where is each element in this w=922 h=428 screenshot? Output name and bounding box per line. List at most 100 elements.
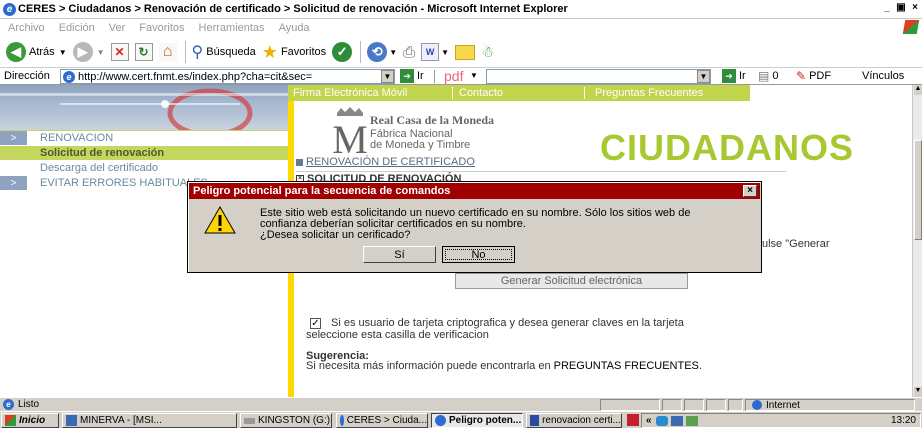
address-dropdown-icon[interactable]: ▼ (381, 70, 394, 83)
pdf-dropdown-icon[interactable]: ▼ (470, 71, 478, 80)
sidebar-item-label: Solicitud de renovación (40, 147, 165, 159)
favorites-button[interactable]: ★ Favoritos (262, 40, 326, 64)
go-button[interactable]: ➔ Ir (400, 69, 424, 83)
stop-button[interactable]: ✕ (110, 40, 129, 64)
logo-line1: Real Casa de la Moneda (370, 113, 494, 127)
task-peligro[interactable]: Peligro poten... (431, 413, 523, 428)
menu-herramientas[interactable]: Herramientas (199, 22, 265, 34)
folder-button[interactable] (455, 40, 476, 64)
pdf-button[interactable]: ✎ PDF (796, 69, 831, 83)
address-label: Dirección (4, 70, 50, 82)
menu-ayuda[interactable]: Ayuda (279, 22, 310, 34)
task-minerva[interactable]: MINERVA - [MSI... (62, 413, 237, 428)
pdf-search-dropdown-icon[interactable]: ▼ (697, 70, 710, 83)
menu-ver[interactable]: Ver (109, 22, 126, 34)
scroll-down-icon[interactable]: ▼ (914, 387, 922, 397)
nav-preguntas[interactable]: Preguntas Frecuentes (584, 87, 703, 99)
tray-app-icon[interactable] (627, 414, 639, 426)
toolbar-separator (360, 41, 362, 63)
task-label: CERES > Ciuda... (346, 415, 427, 426)
task-ceres[interactable]: CERES > Ciuda... (336, 413, 428, 428)
counter-button[interactable]: ▤ 0 (758, 69, 778, 83)
banner-graphic (0, 88, 288, 130)
word-dropdown-icon[interactable]: ▼ (441, 48, 449, 57)
tarjeta-checkbox[interactable]: ✓ (310, 318, 321, 329)
word-button[interactable]: W ▼ (421, 40, 449, 64)
nav-firma-movil[interactable]: Firma Electrónica Móvil (293, 87, 407, 99)
script-warning-dialog: Peligro potencial para la secuencia de c… (187, 181, 762, 273)
history-button[interactable]: ⟲ ▼ (367, 40, 397, 64)
search-button[interactable]: ⚲ Búsqueda (192, 40, 256, 64)
messenger-button[interactable]: ☃ (481, 40, 494, 64)
tray-icon[interactable] (670, 415, 683, 426)
breadcrumb-renovacion[interactable]: RENOVACIÓN DE CERTIFICADO (296, 156, 475, 168)
window-titlebar[interactable]: e CERES > Ciudadanos > Renovación de cer… (0, 0, 922, 19)
ie-task-icon (435, 415, 446, 426)
tray-icon[interactable] (685, 415, 698, 426)
dialog-close-button[interactable]: × (743, 185, 757, 197)
dialog-message-line3: ¿Desea solicitar un cerificado? (260, 229, 411, 241)
go-arrow-icon: ➔ (400, 69, 414, 83)
menu-edicion[interactable]: Edición (59, 22, 95, 34)
menu-favoritos[interactable]: Favoritos (139, 22, 184, 34)
minimize-button[interactable]: _ (880, 2, 894, 15)
home-icon: ⌂ (158, 43, 177, 61)
windows-flag-icon (5, 415, 16, 426)
messenger-icon: ☃ (481, 44, 495, 61)
crown-m-logo-icon: M (332, 107, 368, 157)
task-label: renovacion certi... (542, 415, 621, 426)
address-input[interactable]: e http://www.cert.fnmt.es/index.php?cha=… (60, 69, 395, 84)
sidebar-arrow-icon: > (0, 176, 28, 190)
task-kingston[interactable]: KINGSTON (G:) (240, 413, 332, 428)
home-button[interactable]: ⌂ (158, 40, 177, 64)
menu-bar: Archivo Edición Ver Favoritos Herramient… (0, 19, 922, 37)
print-button[interactable]: ⎙ (403, 40, 415, 64)
media-button[interactable]: ✓ (332, 40, 353, 64)
pdf-go-arrow-icon: ➔ (722, 69, 736, 83)
tarjeta-text-1: Si es usuario de tarjeta criptografica y… (331, 317, 684, 329)
generar-solicitud-button[interactable]: Generar Solicitud electrónica (455, 273, 688, 289)
sidebar-item-descarga[interactable]: Descarga del certificado (0, 161, 288, 175)
refresh-button[interactable]: ↻ (134, 40, 153, 64)
restore-button[interactable]: ▣ (894, 2, 908, 15)
task-renovacion[interactable]: renovacion certi... (526, 413, 622, 428)
scroll-up-icon[interactable]: ▲ (914, 85, 922, 95)
back-button[interactable]: ◀ Atrás ▼ (6, 40, 67, 64)
scroll-thumb[interactable] (914, 140, 922, 240)
pdf-button-label: PDF (809, 70, 832, 82)
close-window-button[interactable]: × (908, 2, 922, 15)
pdf-search-label: pdf (444, 68, 464, 84)
history-dropdown-icon[interactable]: ▼ (389, 48, 397, 57)
favorites-label: Favoritos (280, 46, 327, 58)
address-bar: Dirección e http://www.cert.fnmt.es/inde… (0, 67, 922, 85)
status-cell (662, 399, 682, 411)
network-icon[interactable] (655, 415, 668, 426)
menu-archivo[interactable]: Archivo (8, 22, 45, 34)
start-button[interactable]: Inicio (1, 413, 59, 428)
links-label[interactable]: Vínculos (862, 70, 904, 82)
sidebar-spacer (0, 161, 28, 175)
sidebar-item-renovacion[interactable]: > RENOVACION (0, 131, 288, 145)
no-button[interactable]: No (442, 246, 515, 263)
media-icon: ✓ (332, 42, 353, 62)
start-label: Inicio (19, 415, 46, 426)
star-icon: ★ (261, 41, 278, 62)
sidebar-item-label: Descarga del certificado (40, 162, 159, 174)
preguntas-link[interactable]: PREGUNTAS FRECUENTES (554, 360, 699, 372)
yes-button[interactable]: Sí (363, 246, 436, 263)
back-dropdown-icon[interactable]: ▼ (59, 48, 67, 57)
forward-dropdown-icon[interactable]: ▼ (97, 48, 105, 57)
tray-expand-icon[interactable]: « (646, 415, 652, 426)
nav-contacto[interactable]: Contacto (452, 87, 503, 99)
pdf-search-input[interactable]: ▼ (486, 69, 711, 84)
status-zone: Internet (745, 399, 915, 411)
warning-icon (204, 206, 236, 234)
word-task-icon (530, 415, 540, 426)
dialog-titlebar[interactable]: Peligro potencial para la secuencia de c… (189, 183, 760, 199)
forward-button[interactable]: ▶ ▼ (72, 40, 105, 64)
vertical-scrollbar[interactable]: ▲ ▼ (912, 85, 922, 397)
globe-icon (752, 400, 762, 410)
sidebar-item-solicitud[interactable]: Solicitud de renovación (0, 146, 288, 160)
pdf-go-button[interactable]: ➔ Ir (722, 69, 746, 83)
back-arrow-icon: ◀ (6, 42, 26, 62)
